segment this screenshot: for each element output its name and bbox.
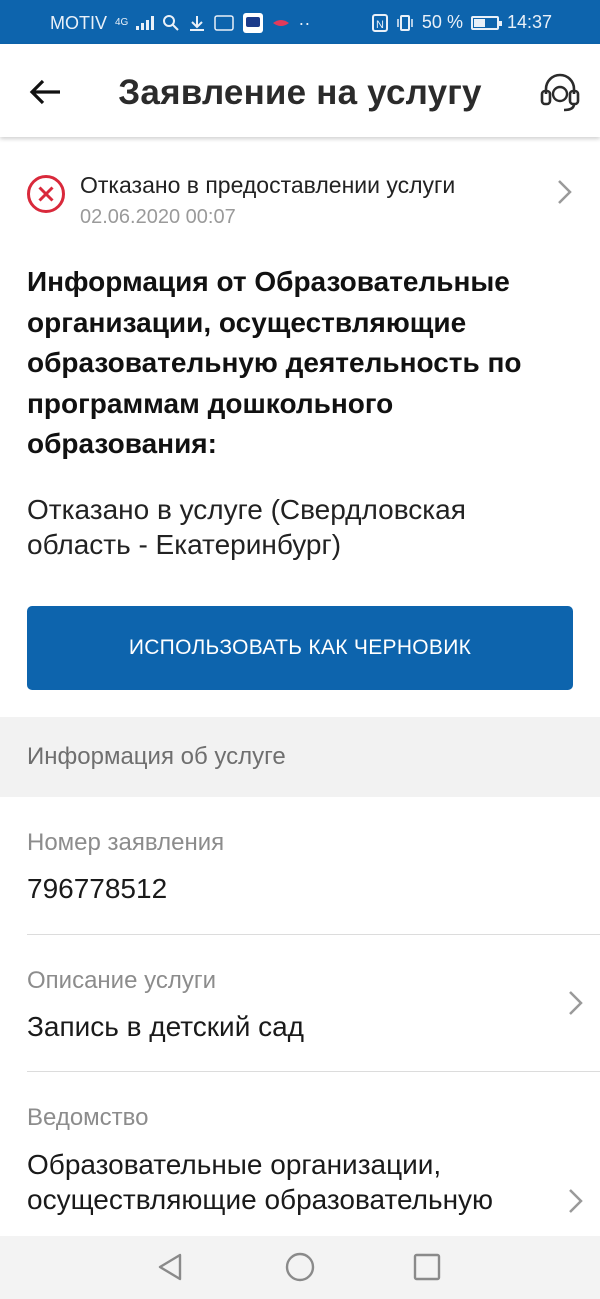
department-label: Ведомство [27,1104,149,1131]
status-bar: MOTIV 4G ·· N 50 % 14:37 [0,0,600,44]
chevron-right-icon [569,991,583,1015]
divider [27,934,600,935]
service-description-label: Описание услуги [27,967,216,994]
application-number-value: 796778512 [27,873,168,904]
service-description-value: Запись в детский сад [27,1011,305,1042]
x-circle-icon [27,175,65,213]
status-date: 02.06.2020 00:07 [80,206,236,228]
app-logo-icon [243,13,264,33]
lips-icon [273,20,290,26]
section-title: Информация об услуге [27,743,286,770]
status-title: Отказано в предоставлении услуги [80,172,456,198]
vibrate-icon [397,14,413,31]
more-notifications-icon: ·· [298,12,311,33]
use-as-draft-button[interactable]: ИСПОЛЬЗОВАТЬ КАК ЧЕРНОВИК [27,606,573,690]
home-circle-icon[interactable] [283,1250,317,1284]
carrier-label: MOTIV [50,12,107,33]
search-icon [163,15,180,31]
clock: 14:37 [506,12,552,32]
chevron-right-icon [558,180,572,204]
info-text: Отказано в услуге (Свердловская область … [27,494,466,560]
battery-icon [470,15,502,30]
signal-icon [136,16,155,30]
nfc-icon: N [371,13,388,32]
divider [27,1071,600,1072]
system-navigation-bar [0,1236,600,1299]
app-notification-icon [214,15,235,31]
section-header: Информация об услуге [0,717,600,797]
info-heading: Информация от Образовательные организаци… [27,266,522,459]
headset-support-icon[interactable] [538,70,582,114]
app-bar: Заявление на услугу [0,44,600,137]
network-type-label: 4G [115,17,129,28]
application-status-row[interactable]: Отказано в предоставлении услуги 02.06.2… [0,160,600,240]
chevron-right-icon [569,1189,583,1213]
back-triangle-icon[interactable] [154,1250,188,1284]
download-icon [190,16,205,31]
status-bar-left: MOTIV 4G ·· [50,12,310,34]
recents-square-icon[interactable] [410,1250,444,1284]
department-value: Образовательные организации, осуществляю… [27,1149,494,1215]
battery-percent: 50 % [421,12,463,32]
page-title: Заявление на услугу [118,73,482,112]
svg-text:N: N [376,19,384,31]
application-number-label: Номер заявления [27,829,225,856]
status-bar-right: N 50 % 14:37 [371,12,552,33]
